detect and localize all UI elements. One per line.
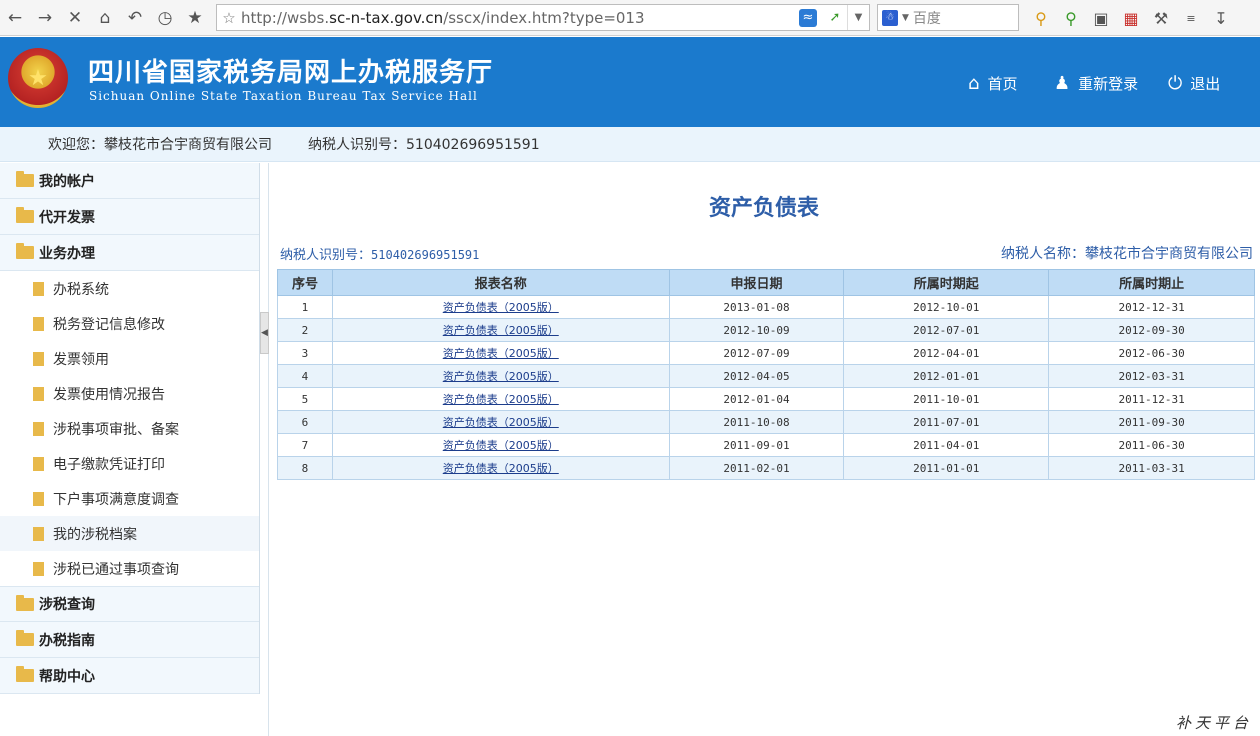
folder-icon <box>16 666 34 682</box>
undo-icon[interactable]: ↶ <box>120 3 150 33</box>
document-icon <box>33 456 44 471</box>
document-icon <box>33 351 44 366</box>
paw-icon[interactable]: ☃ <box>882 9 898 26</box>
history-icon[interactable]: ◷ <box>150 3 180 33</box>
sidebar-sub-payment-print[interactable]: 电子缴款凭证打印 <box>0 446 259 481</box>
taxpayer-id: 纳税人识别号：510402696951591 <box>280 248 480 263</box>
table-row: 8 资产负债表（2005版） 2011-02-01 2011-01-01 201… <box>277 456 1255 480</box>
national-emblem-logo: ★ <box>8 48 68 108</box>
sidebar-item-help[interactable]: 帮助中心 <box>0 658 259 694</box>
url-text[interactable]: http://wsbs.sc-n-tax.gov.cn/sscx/index.h… <box>241 9 799 27</box>
search-engine-dropdown-icon[interactable]: ▼ <box>902 13 909 23</box>
document-icon <box>33 281 44 296</box>
search-box[interactable]: ☃ ▼ 百度 <box>877 4 1019 31</box>
site-subtitle: Sichuan Online State Taxation Bureau Tax… <box>89 89 478 103</box>
folder-open-icon <box>16 243 34 259</box>
sidebar-item-invoice-issue[interactable]: 代开发票 <box>0 199 259 235</box>
welcome-user: 欢迎您：攀枝花市合宇商贸有限公司 <box>48 137 272 153</box>
report-link[interactable]: 资产负债表（2005版） <box>443 416 559 429</box>
key-icon[interactable]: ⚲ <box>1026 3 1056 33</box>
document-icon <box>33 386 44 401</box>
document-icon <box>33 421 44 436</box>
report-link[interactable]: 资产负债表（2005版） <box>443 439 559 452</box>
report-link[interactable]: 资产负债表（2005版） <box>443 393 559 406</box>
col-header-filing-date: 申报日期 <box>668 269 845 296</box>
table-row: 4 资产负债表（2005版） 2012-04-05 2012-01-01 201… <box>277 364 1255 388</box>
home-icon: ⌂ <box>968 73 980 94</box>
folder-icon <box>16 207 34 223</box>
address-bar[interactable]: ☆ http://wsbs.sc-n-tax.gov.cn/sscx/index… <box>216 4 870 31</box>
document-icon <box>33 316 44 331</box>
download-icon[interactable]: ↧ <box>1206 3 1236 33</box>
col-header-period-start: 所属时期起 <box>843 269 1050 296</box>
report-link[interactable]: 资产负债表（2005版） <box>443 324 559 337</box>
report-link[interactable]: 资产负债表（2005版） <box>443 347 559 360</box>
site-header: ★ 四川省国家税务局网上办税服务厅 Sichuan Online State T… <box>0 37 1260 127</box>
nav-logout[interactable]: ⏻ 退出 <box>1168 73 1220 94</box>
back-icon[interactable]: ← <box>0 3 30 33</box>
table-row: 3 资产负债表（2005版） 2012-07-09 2012-04-01 201… <box>277 341 1255 365</box>
sidebar-item-tax-guide[interactable]: 办税指南 <box>0 622 259 658</box>
table-row: 2 资产负债表（2005版） 2012-10-09 2012-07-01 201… <box>277 318 1255 342</box>
sidebar-sub-tax-archive[interactable]: 我的涉税档案 <box>0 516 259 551</box>
sidebar-sub-survey[interactable]: 下户事项满意度调查 <box>0 481 259 516</box>
extension-wave-icon[interactable]: ≈ <box>799 8 817 27</box>
document-icon <box>33 526 44 541</box>
nav-relogin[interactable]: ♟ 重新登录 <box>1054 73 1138 94</box>
sidebar-sub-invoice-receive[interactable]: 发票领用 <box>0 341 259 376</box>
sidebar-item-my-account[interactable]: 我的帐户 <box>0 163 259 199</box>
report-link[interactable]: 资产负债表（2005版） <box>443 462 559 475</box>
site-title: 四川省国家税务局网上办税服务厅 <box>88 58 494 88</box>
grid-red-icon[interactable]: ▦ <box>1116 3 1146 33</box>
home-browser-icon[interactable]: ⌂ <box>90 3 120 33</box>
collapse-sidebar-icon[interactable]: ◀ <box>260 312 269 354</box>
welcome-taxid: 纳税人识别号：510402696951591 <box>308 137 540 153</box>
sidebar-splitter[interactable] <box>260 163 269 736</box>
folder-icon <box>16 171 34 187</box>
forward-icon[interactable]: → <box>30 3 60 33</box>
folder-icon <box>16 594 34 611</box>
col-header-report-name: 报表名称 <box>331 269 670 296</box>
tools-icon[interactable]: ⚒ <box>1146 3 1176 33</box>
extension-plug-icon[interactable]: ➚ <box>823 8 847 28</box>
sidebar-sub-approved-query[interactable]: 涉税已通过事项查询 <box>0 551 259 586</box>
page-title: 资产负债表 <box>708 195 819 221</box>
stop-icon[interactable]: ✕ <box>60 3 90 33</box>
sidebar-sub-invoice-report[interactable]: 发票使用情况报告 <box>0 376 259 411</box>
bookmark-star-icon[interactable]: ★ <box>180 3 210 33</box>
sidebar-sub-tax-system[interactable]: 办税系统 <box>0 271 259 306</box>
report-link[interactable]: 资产负债表（2005版） <box>443 370 559 383</box>
report-table: 序号 报表名称 申报日期 所属时期起 所属时期止 1 资产负债表（2005版） … <box>277 269 1255 480</box>
table-header-row: 序号 报表名称 申报日期 所属时期起 所属时期止 <box>277 269 1255 296</box>
sidebar-item-tax-query[interactable]: 涉税查询 <box>0 586 259 622</box>
document-icon <box>33 491 44 506</box>
report-link[interactable]: 资产负债表（2005版） <box>443 301 559 314</box>
power-icon: ⏻ <box>1168 73 1183 94</box>
url-dropdown-icon[interactable]: ▼ <box>847 5 869 30</box>
table-row: 6 资产负债表（2005版） 2011-10-08 2011-07-01 201… <box>277 410 1255 434</box>
watermark: 补天平台 <box>1175 714 1252 732</box>
search-placeholder[interactable]: 百度 <box>913 8 941 28</box>
table-row: 7 资产负债表（2005版） 2011-09-01 2011-04-01 201… <box>277 433 1255 457</box>
taxpayer-name: 纳税人名称：攀枝花市合宇商贸有限公司 <box>1001 246 1253 262</box>
search-zoom-icon[interactable]: ⚲ <box>1056 3 1086 33</box>
users-icon: ♟ <box>1054 73 1071 94</box>
browser-extensions: ⚲ ⚲ ▣ ▦ ⚒ ≡ ↧ <box>1026 3 1236 33</box>
sidebar-sub-registration-edit[interactable]: 税务登记信息修改 <box>0 306 259 341</box>
table-row: 5 资产负债表（2005版） 2012-01-04 2011-10-01 201… <box>277 387 1255 411</box>
sidebar: 我的帐户 代开发票 业务办理 办税系统 税务登记信息修改 发票领用 发票使用情况… <box>0 163 260 694</box>
nav-home[interactable]: ⌂ 首页 <box>968 73 1017 94</box>
menu-dropdown-icon[interactable]: ≡ <box>1176 3 1206 33</box>
document-icon <box>33 561 44 576</box>
folder-icon <box>16 630 34 646</box>
col-header-period-end: 所属时期止 <box>1048 269 1255 296</box>
camera-icon[interactable]: ▣ <box>1086 3 1116 33</box>
col-header-index: 序号 <box>277 269 333 296</box>
table-row: 1 资产负债表（2005版） 2013-01-08 2012-10-01 201… <box>277 295 1255 319</box>
favorite-star-icon[interactable]: ☆ <box>217 9 241 27</box>
sidebar-item-business[interactable]: 业务办理 <box>0 235 259 271</box>
sidebar-sub-approval[interactable]: 涉税事项审批、备案 <box>0 411 259 446</box>
welcome-bar: 欢迎您：攀枝花市合宇商贸有限公司 纳税人识别号：510402696951591 <box>0 127 1260 162</box>
